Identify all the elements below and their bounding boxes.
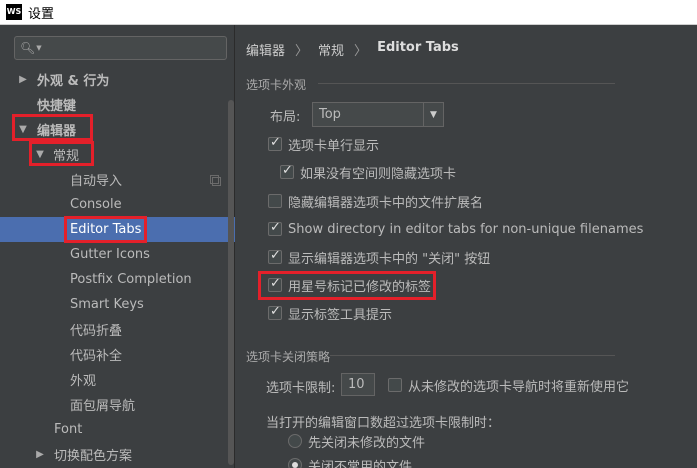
checkbox[interactable] [268,135,282,151]
radio-close-least-used[interactable]: 关闭不常用的文件 [288,455,412,468]
tab-limit-input[interactable]: 10 [341,373,375,396]
placement-select[interactable]: Top ▼ [312,102,444,127]
section-title-closing: 选项卡关闭策略 [246,350,331,364]
section-title-appearance: 选项卡外观 [246,78,307,92]
radio-close-unmodified[interactable]: 先关闭未修改的文件 [288,431,425,451]
placement-select-value: Top [319,107,341,122]
option-label: 显示编辑器选项卡中的 "关闭" 按钮 [288,251,491,267]
highlight-box-general [29,141,94,166]
tree-item-breadcrumbs[interactable]: 面包屑导航 [0,392,235,417]
sidebar-scrollbar[interactable] [228,100,234,465]
section-divider [318,83,615,84]
placement-label: 布局: [270,110,301,125]
tree-item-label: Postfix Completion [70,272,192,287]
tree-item-label: 外观 [70,374,97,389]
section-divider [330,355,615,356]
tree-item-code-completion[interactable]: 代码补全 [0,342,235,367]
option-show-tooltips[interactable]: 显示标签工具提示 [268,303,392,323]
breadcrumb: 编辑器 〉 常规 〉 Editor Tabs [246,40,459,59]
breadcrumb-current: Editor Tabs [377,40,459,55]
option-show-close-button[interactable]: 显示编辑器选项卡中的 "关闭" 按钮 [268,247,490,267]
tree-item-label: 快捷键 [37,99,77,114]
checkbox[interactable] [268,304,282,320]
webstorm-logo-icon: WS [6,4,22,20]
breadcrumb-separator-icon: 〉 [354,44,368,59]
tree-item-auto-import[interactable]: 自动导入 [0,167,235,192]
tree-item-label: Console [70,197,122,212]
checkbox[interactable] [268,220,282,236]
settings-content: 编辑器 〉 常规 〉 Editor Tabs 选项卡外观 布局: Top ▼ 选… [236,25,697,468]
tree-item-appearance-behavior[interactable]: ▶ 外观 & 行为 [0,67,235,92]
tree-item-label: 切换配色方案 [54,449,133,464]
tree-item-label: 面包屑导航 [70,399,136,414]
project-settings-icon [210,175,221,186]
option-hide-tabs[interactable]: 如果没有空间则隐藏选项卡 [280,162,456,182]
tree-item-color-scheme[interactable]: ▶ 切换配色方案 [0,442,235,467]
tree-item-label: Font [54,422,83,437]
search-icon: 🔍︎ [20,41,36,55]
expand-arrow-icon[interactable]: ▶ [14,74,32,85]
option-label: Show directory in editor tabs for non-un… [288,221,644,237]
radio-label: 先关闭未修改的文件 [308,435,426,451]
settings-sidebar: 🔍︎ ▼ ▶ 外观 & 行为 快捷键 ▼ 编辑器 ▼ 常规 自动导入 Conso… [0,25,235,468]
radio-button[interactable] [288,434,302,448]
tree-item-gutter-icons[interactable]: Gutter Icons [0,242,235,267]
search-options-chevron-icon[interactable]: ▼ [36,44,41,52]
tree-item-label: Gutter Icons [70,247,150,262]
option-label: 隐藏编辑器选项卡中的文件扩展名 [288,195,484,211]
checkbox[interactable] [268,248,282,264]
tab-limit-label: 选项卡限制: [266,381,336,396]
when-exceeded-label: 当打开的编辑窗口数超过选项卡限制时： [266,416,501,431]
breadcrumb-separator-icon: 〉 [295,44,309,59]
tree-item-label: Smart Keys [70,297,144,312]
radio-label: 关闭不常用的文件 [308,459,413,468]
option-label: 从未修改的选项卡导航时将重新使用它 [408,379,630,395]
tree-item-label: 代码折叠 [70,324,123,339]
tree-item-label: 外观 & 行为 [37,74,110,89]
tree-item-postfix-completion[interactable]: Postfix Completion [0,267,235,292]
tree-item-font[interactable]: Font [0,417,235,442]
tree-item-label: 代码补全 [70,349,123,364]
option-label: 显示标签工具提示 [288,307,393,323]
option-label: 如果没有空间则隐藏选项卡 [300,166,457,182]
window-title: 设置 [28,6,55,22]
checkbox[interactable] [388,378,402,392]
title-bar: WS 设置 [0,0,697,25]
highlight-box-mark-modified [258,271,436,300]
option-show-directory[interactable]: Show directory in editor tabs for non-un… [268,219,643,239]
chevron-down-icon: ▼ [423,103,443,126]
option-reuse-unmodified[interactable]: 从未修改的选项卡导航时将重新使用它 [388,375,629,395]
tree-item-console[interactable]: Console [0,192,235,217]
tree-item-appearance[interactable]: 外观 [0,367,235,392]
option-single-row[interactable]: 选项卡单行显示 [268,134,379,154]
highlight-box-editor-tabs [64,216,147,243]
breadcrumb-item[interactable]: 编辑器 [246,40,285,59]
checkbox[interactable] [268,194,282,208]
expand-arrow-icon[interactable]: ▶ [31,449,49,460]
radio-button[interactable] [288,458,302,468]
tree-item-label: 自动导入 [70,174,123,189]
option-label: 选项卡单行显示 [288,138,380,154]
option-hide-extensions[interactable]: 隐藏编辑器选项卡中的文件扩展名 [268,191,483,211]
breadcrumb-item[interactable]: 常规 [318,40,344,59]
tree-item-smart-keys[interactable]: Smart Keys [0,292,235,317]
tree-item-code-folding[interactable]: 代码折叠 [0,317,235,342]
search-box[interactable]: 🔍︎ ▼ [14,36,227,60]
highlight-box-editor [12,114,93,141]
search-input[interactable] [45,41,226,55]
checkbox[interactable] [280,163,294,179]
